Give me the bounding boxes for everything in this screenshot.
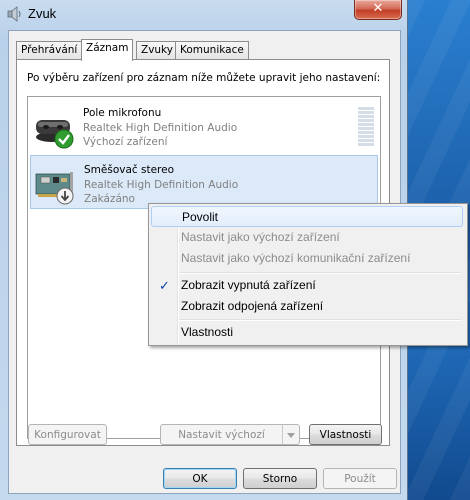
apply-button[interactable]: Použít — [323, 468, 397, 489]
list-item-microphone-array[interactable]: Pole mikrofonu Realtek High Definition A… — [30, 99, 378, 151]
default-check-icon — [54, 129, 74, 149]
device-name: Směšovač stereo — [84, 164, 175, 176]
context-menu: Povolit Nastavit jako výchozí zařízení N… — [148, 203, 468, 346]
chevron-down-icon[interactable] — [282, 424, 300, 445]
tab-sounds[interactable]: Zvuky — [136, 41, 178, 59]
window-title: Zvuk — [28, 6, 57, 21]
menu-separator — [179, 272, 461, 274]
menu-item-label: Nastavit jako výchozí komunikační zaříze… — [181, 251, 411, 265]
menu-item-set-default[interactable]: Nastavit jako výchozí zařízení — [151, 227, 463, 248]
speaker-icon — [7, 6, 21, 22]
menu-item-show-disconnected[interactable]: Zobrazit odpojená zařízení — [151, 296, 463, 317]
menu-item-show-disabled[interactable]: ✓ Zobrazit vypnutá zařízení — [151, 275, 463, 296]
tab-playback[interactable]: Přehrávání — [16, 41, 83, 59]
list-item-stereo-mix[interactable]: Směšovač stereo Realtek High Definition … — [30, 155, 378, 209]
menu-item-label: Vlastnosti — [181, 325, 234, 339]
menu-item-set-default-communication[interactable]: Nastavit jako výchozí komunikační zaříze… — [151, 248, 463, 269]
close-button[interactable]: ✕ — [354, 0, 402, 20]
menu-item-label: Zobrazit odpojená zařízení — [181, 299, 324, 313]
device-driver: Realtek High Definition Audio — [84, 179, 239, 191]
menu-item-label: Povolit — [182, 210, 219, 224]
tab-recording[interactable]: Záznam — [81, 39, 134, 61]
menu-item-label: Zobrazit vypnutá zařízení — [181, 278, 316, 292]
microphone-array-icon — [36, 120, 74, 149]
title-bar[interactable]: Zvuk ✕ — [0, 0, 407, 28]
configure-button[interactable]: Konfigurovat — [28, 424, 107, 445]
device-driver: Realtek High Definition Audio — [83, 122, 238, 134]
sound-card-icon — [35, 172, 74, 205]
device-status: Výchozí zařízení — [83, 136, 168, 148]
set-default-button[interactable]: Nastavit výchozí — [160, 424, 283, 445]
menu-separator — [179, 319, 461, 321]
menu-item-enable[interactable]: Povolit — [151, 206, 463, 227]
cancel-button[interactable]: Storno — [243, 468, 317, 489]
instructions-text: Po výběru zařízení pro záznam níže můžet… — [27, 72, 381, 84]
menu-item-properties[interactable]: Vlastnosti — [151, 322, 463, 343]
close-icon: ✕ — [372, 1, 384, 16]
tab-communications[interactable]: Komunikace — [175, 41, 249, 59]
properties-button[interactable]: Vlastnosti — [309, 424, 382, 445]
ok-button[interactable]: OK — [163, 468, 237, 489]
device-name: Pole mikrofonu — [83, 107, 162, 119]
checkmark-icon: ✓ — [159, 278, 170, 293]
menu-item-label: Nastavit jako výchozí zařízení — [181, 230, 340, 244]
level-meter — [358, 107, 374, 149]
device-status: Zakázáno — [84, 193, 135, 205]
disabled-arrow-icon — [56, 187, 74, 205]
